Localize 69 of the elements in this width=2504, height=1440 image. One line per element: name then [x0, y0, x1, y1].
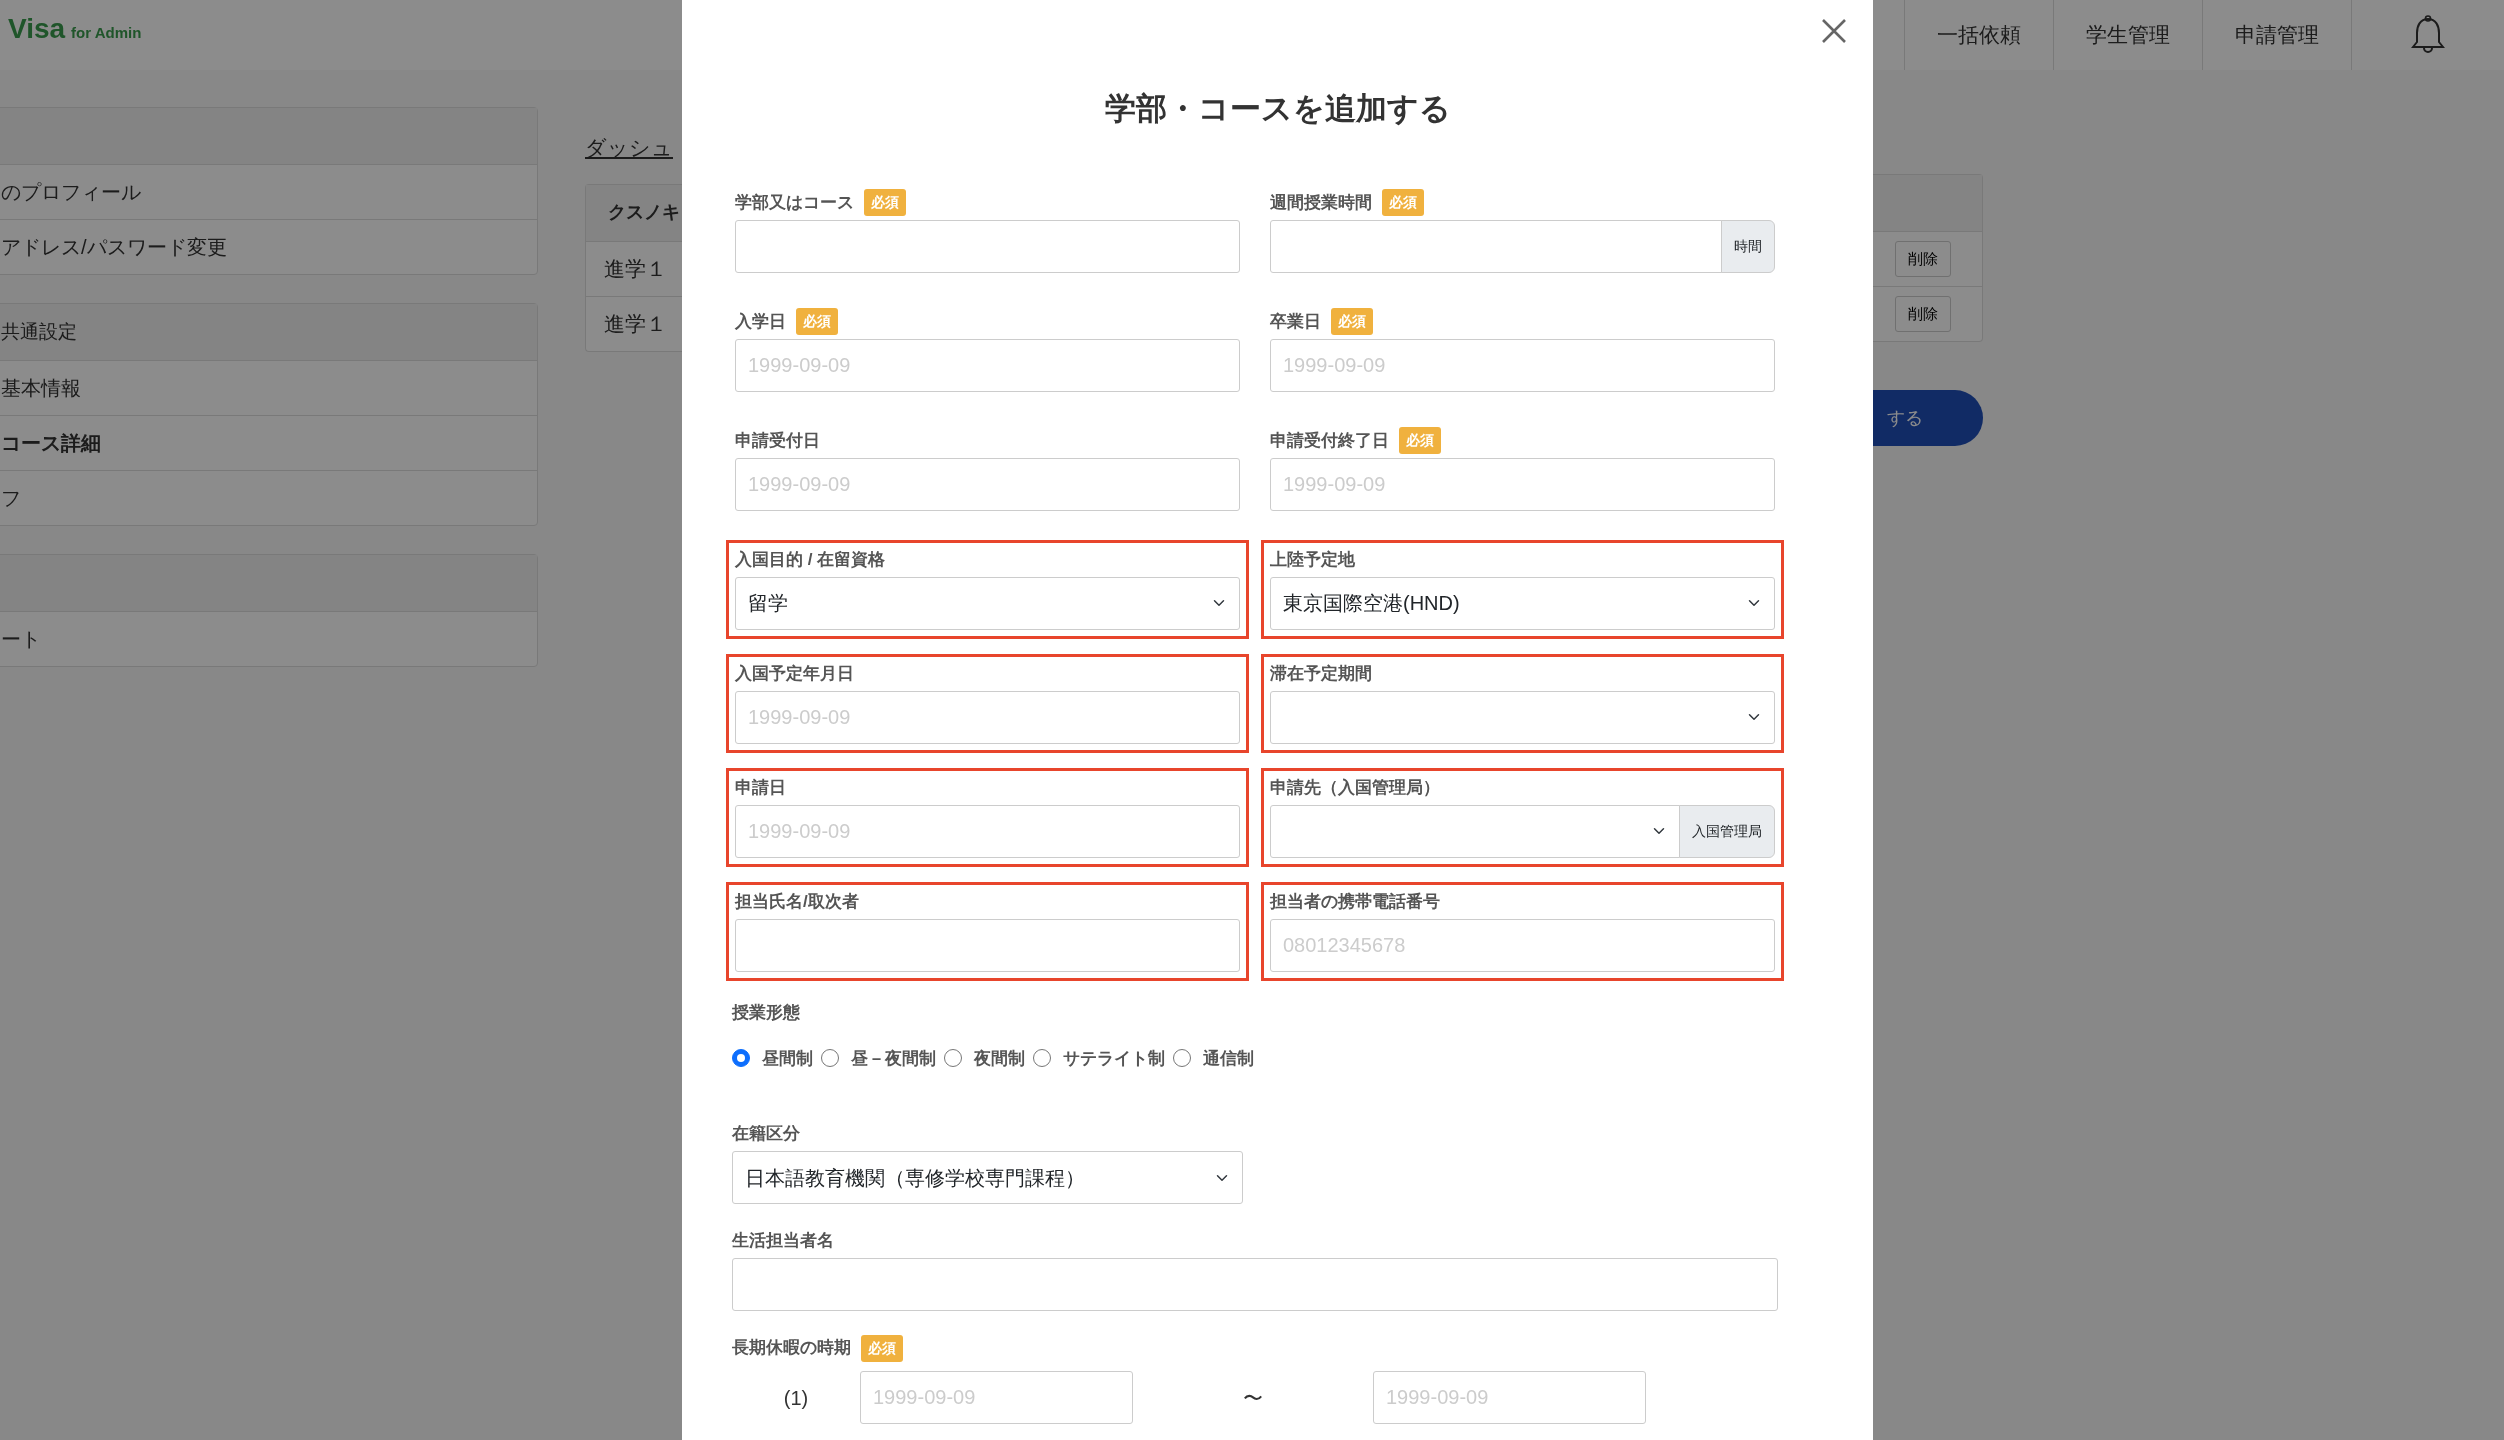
nav-link[interactable]: 申請管理: [2202, 0, 2351, 70]
field-label: 入国予定年月日: [735, 662, 854, 685]
bell-icon[interactable]: [2411, 15, 2445, 55]
nav-link[interactable]: 一括依頼: [1904, 0, 2053, 70]
unit-label: 入国管理局: [1679, 804, 1775, 858]
field-label: 長期休暇の時期: [732, 1337, 851, 1360]
close-icon: [1821, 18, 1847, 44]
sidebar-item[interactable]: アドレス/パスワード変更: [0, 219, 537, 274]
logo-text: Visa: [8, 12, 66, 46]
field-label: 入国目的 / 在留資格: [735, 548, 886, 571]
field-label: 担当氏名/取次者: [735, 890, 859, 913]
field-label: 生活担当者名: [732, 1230, 834, 1253]
required-badge: 必須: [796, 308, 838, 335]
radio-button[interactable]: [821, 1049, 839, 1068]
field-label: 在籍区分: [732, 1123, 800, 1146]
breadcrumb-link[interactable]: ダッシュ: [585, 132, 682, 164]
select-field[interactable]: 留学: [735, 576, 1240, 630]
radio-label[interactable]: 夜間制: [974, 1045, 1025, 1071]
sidebar-item[interactable]: コース詳細: [0, 415, 537, 470]
period-index: (1): [782, 1385, 810, 1411]
radio-button[interactable]: [732, 1049, 750, 1068]
table-cell-text: 進学１: [604, 310, 667, 337]
radio-label[interactable]: 通信制: [1203, 1045, 1254, 1071]
unit-label: 時間: [1721, 219, 1775, 273]
field-label: 滞在予定期間: [1270, 662, 1372, 685]
field-label: 週間授業時間: [1270, 191, 1372, 214]
logo-subtitle: for Admin: [71, 23, 142, 43]
table-header: クスノキ: [608, 201, 680, 224]
select-field[interactable]: [1270, 690, 1775, 744]
select-field[interactable]: 日本語教育機関（専修学校専門課程）: [732, 1151, 1243, 1204]
radio-button[interactable]: [944, 1049, 962, 1068]
table-cell-text: 進学１: [604, 255, 667, 282]
field-label: 上陸予定地: [1270, 548, 1355, 571]
radio-button[interactable]: [1033, 1049, 1051, 1068]
text-field[interactable]: [1270, 219, 1722, 273]
required-badge: 必須: [864, 189, 906, 216]
field-label: 申請日: [735, 776, 786, 799]
field-label: 卒業日: [1270, 310, 1321, 333]
text-field[interactable]: [735, 219, 1240, 273]
sidebar-item[interactable]: 基本情報: [0, 360, 537, 415]
radio-label[interactable]: 昼－夜間制: [851, 1045, 936, 1071]
required-badge: 必須: [1331, 308, 1373, 335]
radio-button[interactable]: [1173, 1049, 1191, 1068]
required-badge: 必須: [1382, 189, 1424, 216]
add-button[interactable]: する: [1873, 390, 1983, 446]
select-field[interactable]: 東京国際空港(HND): [1270, 576, 1775, 630]
field-label: 入学日: [735, 310, 786, 333]
range-separator: 〜: [1242, 1385, 1264, 1411]
sidebar-item[interactable]: フ: [0, 470, 537, 525]
field-label: 担当者の携帯電話番号: [1270, 890, 1440, 913]
nav-link[interactable]: 学生管理: [2053, 0, 2202, 70]
field-label: 申請先（入国管理局）: [1270, 776, 1440, 799]
text-field[interactable]: [735, 918, 1240, 972]
sidebar-heading: 共通設定: [1, 319, 77, 344]
field-label: 授業形態: [732, 1001, 800, 1024]
sidebar-item[interactable]: のプロフィール: [0, 164, 537, 219]
required-badge: 必須: [1399, 427, 1441, 454]
modal-title: 学部・コースを追加する: [1103, 90, 1452, 128]
select-field[interactable]: [1270, 804, 1680, 858]
field-label: 申請受付日: [735, 429, 820, 452]
field-label: 申請受付終了日: [1270, 429, 1389, 452]
radio-label[interactable]: 昼間制: [762, 1045, 813, 1071]
text-field[interactable]: [732, 1258, 1778, 1311]
delete-button[interactable]: 削除: [1895, 295, 1951, 333]
delete-button[interactable]: 削除: [1895, 240, 1951, 278]
required-badge: 必須: [861, 1334, 903, 1362]
field-label: 学部又はコース: [735, 191, 854, 214]
sidebar-item[interactable]: ート: [0, 611, 537, 666]
radio-label[interactable]: サテライト制: [1063, 1045, 1165, 1071]
